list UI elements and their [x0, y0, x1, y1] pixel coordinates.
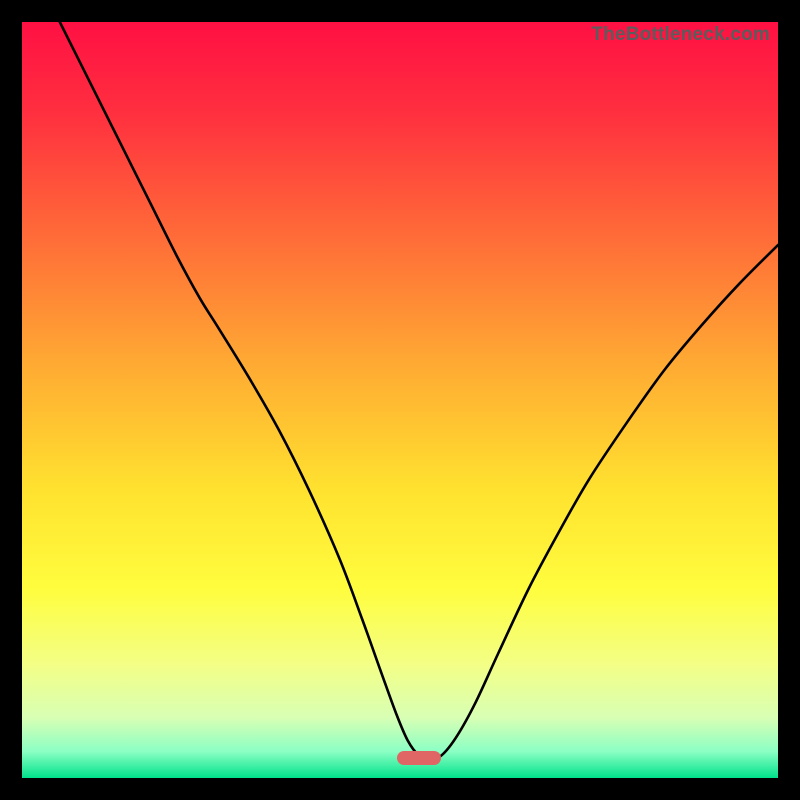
plot-area: TheBottleneck.com	[22, 22, 778, 778]
chart-frame: TheBottleneck.com	[0, 0, 800, 800]
optimal-point-marker	[397, 751, 441, 765]
bottleneck-curve	[22, 22, 778, 778]
